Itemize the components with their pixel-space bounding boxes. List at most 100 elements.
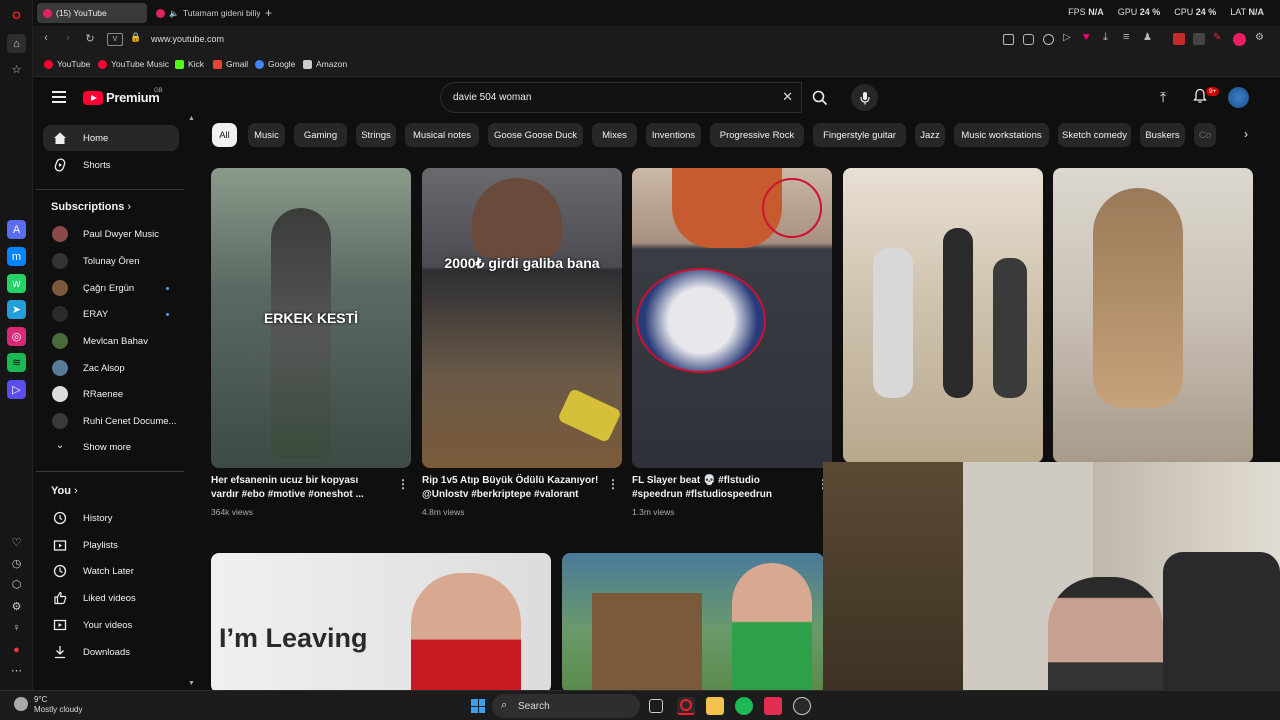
spotify-icon[interactable]: ≋ [7, 353, 26, 372]
chip[interactable]: Musical notes [405, 123, 479, 147]
more-options-icon[interactable]: ⋮ [607, 477, 619, 491]
video-thumbnail[interactable] [562, 553, 824, 690]
chip[interactable]: Inventions [646, 123, 701, 147]
spotify-icon[interactable] [735, 697, 753, 715]
heart-filled-icon[interactable]: ♥ [1083, 31, 1094, 43]
video-title[interactable]: Rip 1v5 Atıp Büyük Ödülü Kazanıyor! @Unl… [422, 474, 602, 502]
short-thumbnail[interactable] [1053, 168, 1253, 463]
search-input[interactable]: davie 504 woman ✕ [440, 82, 802, 113]
sidebar-item-subscription[interactable]: Çağrı Ergün [43, 275, 179, 301]
sidebar-item-history[interactable]: History [43, 505, 179, 531]
chips-next-icon[interactable]: › [1244, 127, 1248, 141]
sidebar-item-playlists[interactable]: Playlists [43, 532, 179, 558]
chip[interactable]: Buskers [1140, 123, 1185, 147]
sidebar-item-subscription[interactable]: Paul Dwyer Music [43, 221, 179, 247]
short-thumbnail[interactable] [632, 168, 832, 468]
extension-pin-icon[interactable]: ✎ [1213, 32, 1224, 43]
chip-all[interactable]: All [212, 123, 237, 147]
sidebar-item-your-videos[interactable]: Your videos [43, 612, 179, 638]
chip[interactable]: Fingerstyle guitar [813, 123, 906, 147]
sidebar-scroll-up-icon[interactable]: ▲ [188, 115, 195, 122]
vpn-icon[interactable]: V [107, 33, 123, 46]
sidebar-item-subscription[interactable]: ERAY [43, 301, 179, 327]
tab-second[interactable]: 🔈 Tutamam gideni biliyo [150, 3, 260, 23]
clock-icon[interactable]: ◷ [7, 554, 26, 573]
chip[interactable]: Progressive Rock [710, 123, 804, 147]
star-icon[interactable]: ☆ [7, 60, 26, 79]
home-icon[interactable]: ⌂ [7, 34, 26, 53]
edit-icon[interactable] [1003, 34, 1014, 45]
forward-icon[interactable]: › [61, 32, 75, 44]
sidebar-item-subscription[interactable]: RRaenee [43, 381, 179, 407]
chip[interactable]: Gaming [294, 123, 347, 147]
camera-icon[interactable] [1023, 34, 1034, 45]
windows-start-icon[interactable] [469, 697, 487, 715]
voice-search-button[interactable] [851, 84, 878, 111]
settings-icon[interactable]: ⚙ [7, 597, 26, 616]
record-icon[interactable]: ● [7, 640, 26, 659]
chip[interactable]: Strings [356, 123, 396, 147]
menu-list-icon[interactable]: ≡ [1123, 31, 1134, 43]
account-avatar[interactable] [1228, 87, 1249, 108]
reload-icon[interactable]: ↻ [83, 32, 97, 45]
chip[interactable]: Sketch comedy [1058, 123, 1131, 147]
more-icon[interactable]: ⋯ [7, 661, 26, 680]
heart-icon[interactable]: ♡ [7, 533, 26, 552]
video-thumbnail[interactable]: I’m Leaving [211, 553, 551, 690]
taskbar-search[interactable]: ⌕ Search [492, 694, 640, 718]
task-view-icon[interactable] [649, 699, 663, 713]
bookmark-youtube[interactable]: YouTube [44, 59, 90, 69]
play-icon[interactable]: ▷ [1063, 32, 1074, 43]
sidebar-item-subscription[interactable]: Tolunay Ören [43, 248, 179, 274]
lightbulb-icon[interactable]: ♀ [7, 618, 26, 637]
new-tab-button[interactable]: + [265, 6, 272, 20]
sidebar-item-subscription[interactable]: Ruhi Cenet Docume... [43, 408, 179, 434]
short-thumbnail[interactable] [843, 168, 1043, 463]
sidebar-scroll-down-icon[interactable]: ▼ [188, 680, 195, 687]
aria-icon[interactable]: A [7, 220, 26, 239]
clear-search-icon[interactable]: ✕ [782, 89, 793, 105]
settings-app-icon[interactable] [793, 697, 811, 715]
hamburger-menu-icon[interactable] [52, 91, 66, 103]
sidebar-item-home[interactable]: Home [43, 125, 179, 151]
bookmark-kick[interactable]: Kick [175, 59, 204, 69]
instagram-icon[interactable]: ◎ [7, 327, 26, 346]
telegram-icon[interactable]: ➤ [7, 300, 26, 319]
short-thumbnail[interactable]: 2000₺ girdi galiba bana [422, 168, 622, 468]
shield-icon[interactable] [1043, 34, 1054, 45]
more-options-icon[interactable]: ⋮ [397, 477, 409, 491]
extension-red-icon[interactable] [1173, 33, 1185, 45]
sidebar-item-watch-later[interactable]: Watch Later [43, 558, 179, 584]
profile-icon[interactable] [1233, 33, 1246, 46]
weather-widget[interactable]: 9°C Mostly cloudy [14, 695, 82, 715]
opera-logo-icon[interactable]: O [7, 6, 26, 25]
back-icon[interactable]: ‹ [39, 32, 53, 44]
subscriptions-heading[interactable]: Subscriptions › [51, 201, 131, 213]
extension-icon[interactable] [1193, 33, 1205, 45]
search-button[interactable] [802, 82, 838, 113]
you-heading[interactable]: You › [51, 485, 78, 497]
chip[interactable]: Goose Goose Duck [488, 123, 583, 147]
file-explorer-icon[interactable] [706, 697, 724, 715]
sidebar-item-liked-videos[interactable]: Liked videos [43, 585, 179, 611]
chip[interactable]: Music [248, 123, 285, 147]
chip[interactable]: Co [1194, 123, 1216, 147]
user-icon[interactable]: ♟ [1143, 32, 1154, 43]
show-more-button[interactable]: ⌄ Show more [43, 434, 179, 460]
sidebar-item-downloads[interactable]: Downloads [43, 639, 179, 665]
upload-icon[interactable]: ⤒ [1160, 89, 1166, 106]
sidebar-item-subscription[interactable]: Mevlcan Bahav [43, 328, 179, 354]
video-title[interactable]: FL Slayer beat 💀 #flstudio #speedrun #fl… [632, 474, 812, 502]
bookmark-amazon[interactable]: Amazon [303, 59, 347, 69]
download-icon[interactable]: ⤓ [1103, 31, 1114, 43]
whatsapp-icon[interactable]: w [7, 274, 26, 293]
chip[interactable]: Mixes [592, 123, 637, 147]
bookmark-gmail[interactable]: Gmail [213, 59, 248, 69]
bookmark-google[interactable]: Google [255, 59, 295, 69]
video-title[interactable]: Her efsanenin ucuz bir kopyası vardır #e… [211, 474, 381, 502]
app-red-icon[interactable] [764, 697, 782, 715]
cube-icon[interactable]: ⬡ [7, 575, 26, 594]
menu-icon[interactable]: ⚙ [1255, 32, 1266, 43]
chip[interactable]: Music workstations [954, 123, 1049, 147]
messenger-icon[interactable]: m [7, 247, 26, 266]
